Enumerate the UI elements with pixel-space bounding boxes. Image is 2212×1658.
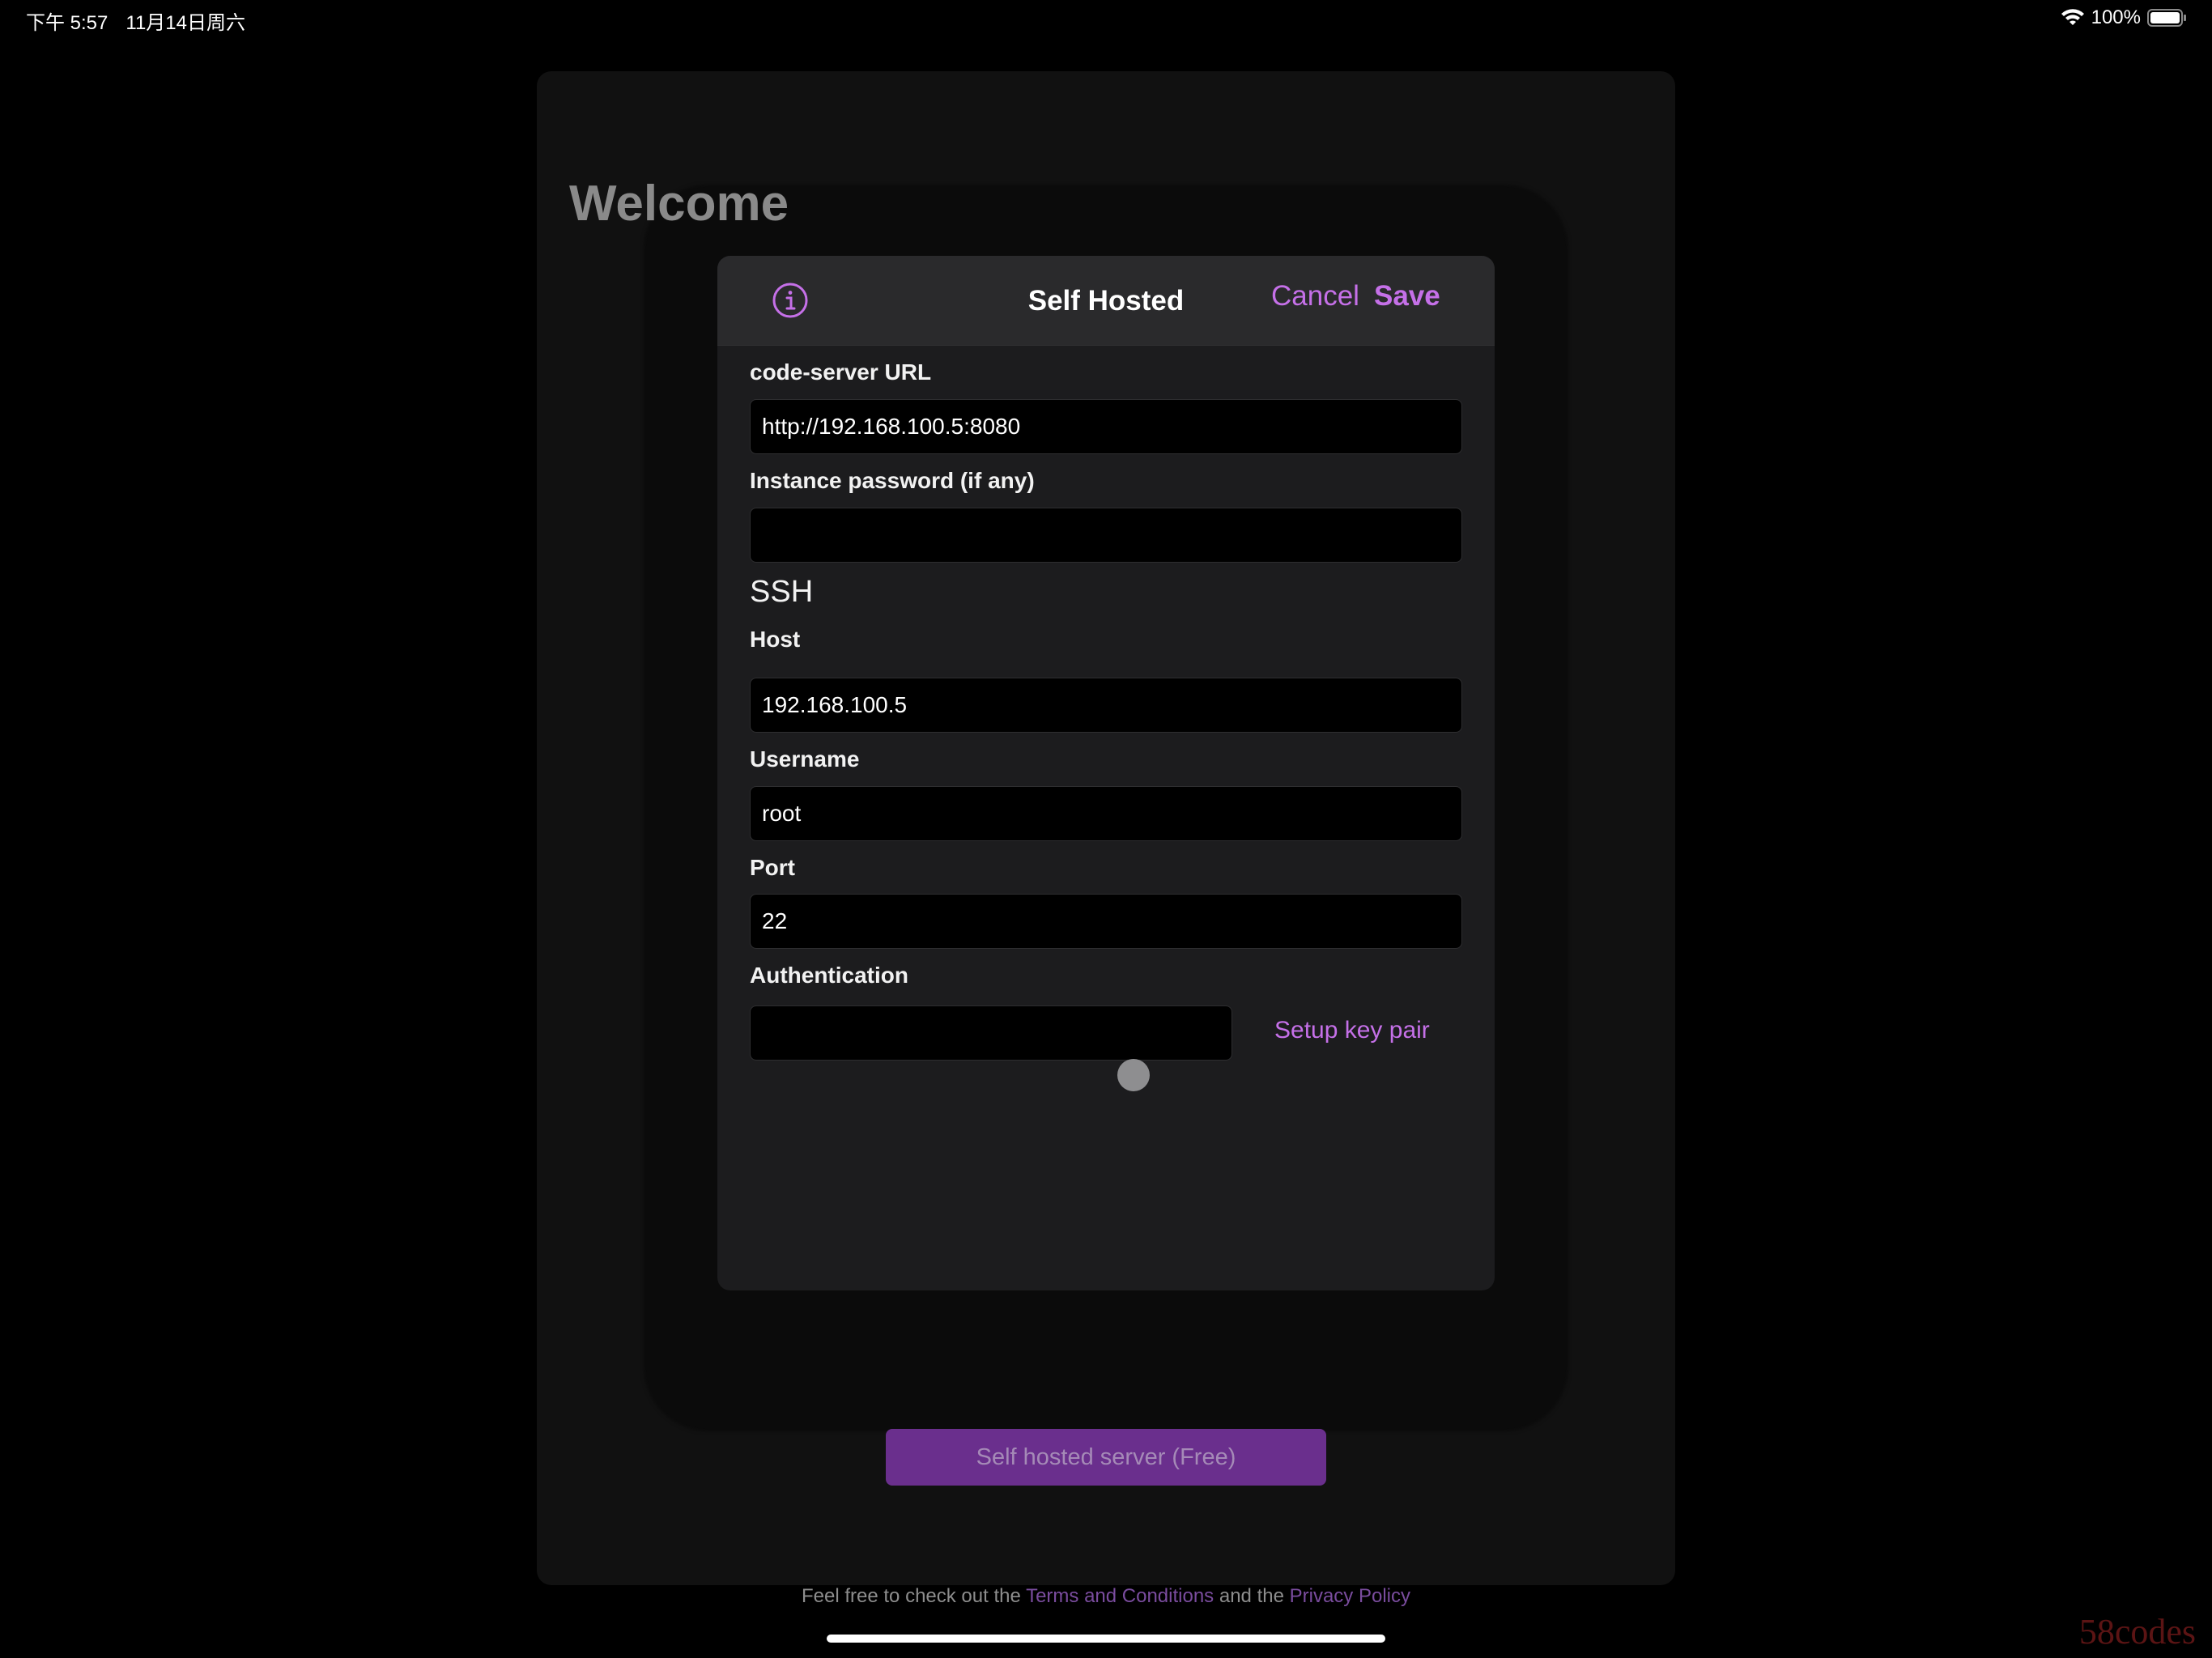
info-circle-icon[interactable] <box>772 282 809 323</box>
authentication-label: Authentication <box>750 963 908 988</box>
self-hosted-modal: Self Hosted Cancel Save code-server URL … <box>717 256 1495 1290</box>
status-bar: 下午 5:57 11月14日周六 100% <box>0 0 2212 39</box>
instance-password-input[interactable] <box>750 508 1462 563</box>
authentication-input[interactable] <box>750 1005 1232 1061</box>
battery-icon <box>2147 8 2188 28</box>
code-server-url-input[interactable] <box>750 399 1462 454</box>
save-button[interactable]: Save <box>1374 280 1440 312</box>
watermark-logo: 58codes <box>2078 1612 2196 1652</box>
username-input[interactable] <box>750 786 1462 841</box>
port-input[interactable] <box>750 894 1462 949</box>
port-label: Port <box>750 855 795 880</box>
status-indicators: 100% <box>2061 6 2188 29</box>
setup-key-pair-button[interactable]: Setup key pair <box>1274 1017 1430 1044</box>
home-indicator[interactable] <box>827 1635 1385 1643</box>
welcome-title: Welcome <box>569 176 789 232</box>
code-server-url-label: code-server URL <box>750 359 932 385</box>
terms-link[interactable]: Terms and Conditions <box>1026 1585 1214 1607</box>
instance-password-label: Instance password (if any) <box>750 468 1035 493</box>
status-time-date: 下午 5:57 11月14日周六 <box>26 6 263 35</box>
touch-indicator <box>1117 1059 1150 1091</box>
modal-header: Self Hosted Cancel Save <box>717 256 1495 346</box>
privacy-link[interactable]: Privacy Policy <box>1290 1585 1410 1607</box>
cancel-button[interactable]: Cancel <box>1271 280 1359 312</box>
host-input[interactable] <box>750 678 1462 733</box>
battery-percentage: 100% <box>2091 6 2141 28</box>
username-label: Username <box>750 746 860 772</box>
host-label: Host <box>750 627 801 652</box>
footer-note: Feel free to check out the Terms and Con… <box>537 1585 1675 1608</box>
status-date: 11月14日周六 <box>125 12 245 34</box>
wifi-icon <box>2061 8 2085 28</box>
ssh-section-title: SSH <box>750 575 814 609</box>
footer-prefix: Feel free to check out the <box>802 1585 1027 1607</box>
footer-middle: and the <box>1214 1585 1290 1607</box>
self-hosted-server-button[interactable]: Self hosted server (Free) <box>886 1429 1326 1486</box>
status-time: 下午 5:57 <box>26 12 108 34</box>
